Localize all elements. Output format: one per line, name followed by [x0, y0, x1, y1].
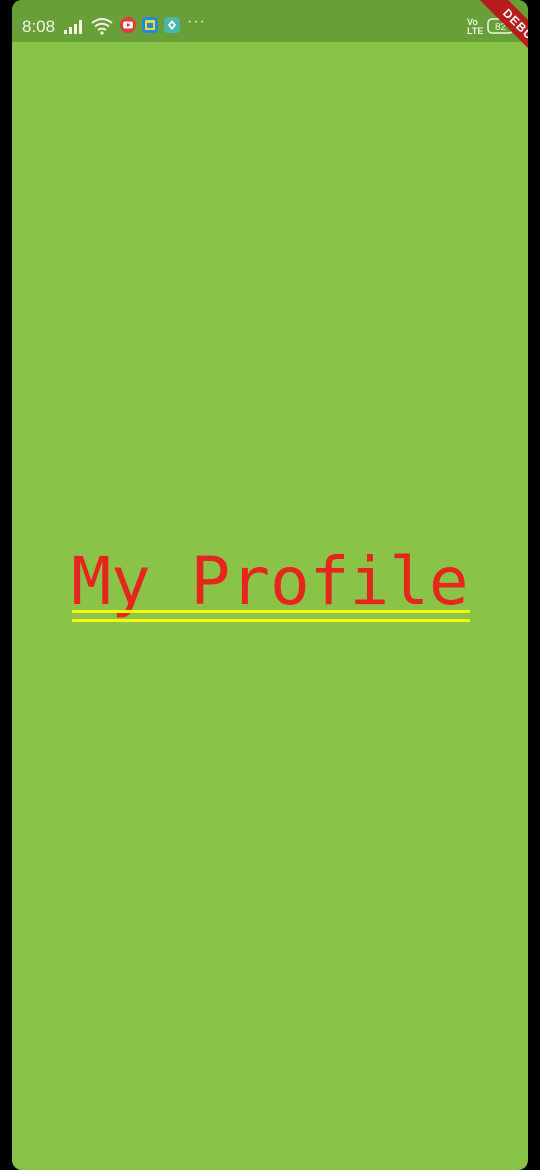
files-icon	[142, 17, 158, 33]
signal-icon	[64, 20, 82, 34]
wifi-icon	[91, 18, 113, 35]
status-bar: 8:08 ··· Vo LTE 82	[12, 0, 528, 42]
title-underline-bottom	[72, 619, 470, 622]
youtube-icon	[120, 17, 136, 33]
status-time: 8:08	[22, 17, 56, 36]
more-notifications-icon: ···	[187, 13, 206, 30]
maps-icon	[164, 17, 180, 33]
page-title: My Profile	[71, 543, 470, 622]
title-underline-top	[72, 610, 470, 613]
debug-banner-label: DEBUG	[472, 0, 528, 78]
debug-banner: DEBUG	[460, 0, 528, 80]
page-title-container: My Profile	[0, 543, 540, 622]
page-title-text: My Profile	[71, 543, 469, 620]
